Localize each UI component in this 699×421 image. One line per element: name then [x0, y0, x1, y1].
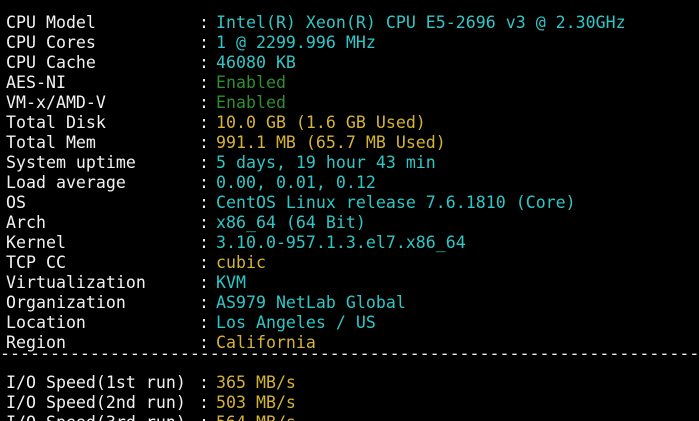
info-value: 1 @ 2299.996 MHz — [216, 33, 376, 52]
colon-separator: : — [199, 233, 209, 252]
info-value: 10.0 GB (1.6 GB Used) — [216, 113, 426, 132]
colon-separator: : — [199, 113, 209, 132]
info-value: 5 days, 19 hour 43 min — [216, 153, 436, 172]
info-label: OS — [6, 193, 26, 212]
colon-separator: : — [199, 293, 209, 312]
info-value: 991.1 MB (65.7 MB Used) — [216, 133, 446, 152]
info-label: Load average — [6, 173, 126, 192]
terminal-window[interactable]: CPU Model: Intel(R) Xeon(R) CPU E5-2696 v… — [0, 0, 699, 421]
info-label: AES-NI — [6, 73, 66, 92]
io-speed-row: I/O Speed(2nd run):503 MB/s — [6, 393, 296, 413]
colon-separator: : — [199, 373, 209, 392]
info-value: Intel(R) Xeon(R) CPU E5-2696 v3 @ 2.30GH… — [216, 13, 626, 32]
info-label: Total Disk — [6, 113, 106, 132]
info-row: Total Mem:991.1 MB (65.7 MB Used) — [6, 133, 446, 153]
colon-separator: : — [199, 213, 209, 232]
colon-separator: : — [199, 93, 209, 112]
colon-separator: : — [199, 73, 209, 92]
colon-separator: : — [199, 253, 209, 272]
io-speed-value: 503 MB/s — [216, 393, 296, 412]
colon-separator: : — [199, 413, 216, 421]
io-speed-value: 365 MB/s — [216, 373, 296, 392]
info-label: CPU Cores — [6, 33, 96, 52]
colon-separator: : — [199, 153, 209, 172]
info-label: System uptime — [6, 153, 136, 172]
info-label: Arch — [6, 213, 46, 232]
info-value: Enabled — [216, 73, 286, 92]
io-speed-label: I/O Speed(1st run) — [6, 373, 186, 392]
info-label: CPU Cache — [6, 53, 96, 72]
info-value: 46080 KB — [216, 53, 296, 72]
info-row: Total Disk:10.0 GB (1.6 GB Used) — [6, 113, 426, 133]
colon-separator: : — [199, 193, 209, 212]
info-row: OS: CentOS Linux release 7.6.1810 (Core) — [6, 193, 576, 213]
info-row: AES-NI: Enabled — [6, 73, 286, 93]
info-label: CPU Model — [6, 13, 96, 32]
io-speed-row: I/O Speed(3rd run):564 MB/s — [6, 413, 296, 421]
info-row: Location: Los Angeles / US — [6, 313, 376, 333]
info-label: TCP CC — [6, 253, 66, 272]
info-row: Load average:0.00, 0.01, 0.12 — [6, 173, 376, 193]
colon-separator: : — [199, 13, 209, 32]
info-row: CPU Cores:1 @ 2299.996 MHz — [6, 33, 376, 53]
info-row: Kernel:3.10.0-957.1.3.el7.x86_64 — [6, 233, 466, 253]
info-label: Virtualization — [6, 273, 146, 292]
info-label: Organization — [6, 293, 126, 312]
colon-separator: : — [199, 33, 209, 52]
info-row: VM-x/AMD-V: Enabled — [6, 93, 286, 113]
info-value: Los Angeles / US — [216, 313, 376, 332]
io-speed-label: I/O Speed(3rd run) — [6, 413, 199, 421]
info-row: CPU Cache:46080 KB — [6, 53, 296, 73]
info-row: TCP CC: cubic — [6, 253, 266, 273]
info-value: CentOS Linux release 7.6.1810 (Core) — [216, 193, 576, 212]
info-value: 0.00, 0.01, 0.12 — [216, 173, 376, 192]
io-speed-row: I/O Speed(1st run):365 MB/s — [6, 373, 296, 393]
info-value: cubic — [216, 253, 266, 272]
info-value: x86_64 (64 Bit) — [216, 213, 366, 232]
info-label: VM-x/AMD-V — [6, 93, 106, 112]
colon-separator: : — [199, 273, 209, 292]
io-speed-label: I/O Speed(2nd run) — [6, 393, 186, 412]
info-row: Virtualization: KVM — [6, 273, 246, 293]
info-value: 3.10.0-957.1.3.el7.x86_64 — [216, 233, 466, 252]
info-label: Total Mem — [6, 133, 96, 152]
info-row: System uptime:5 days, 19 hour 43 min — [6, 153, 436, 173]
info-label: Kernel — [6, 233, 66, 252]
info-value: AS979 NetLab Global — [216, 293, 406, 312]
colon-separator: : — [199, 393, 209, 412]
colon-separator: : — [199, 133, 209, 152]
info-row: CPU Model: Intel(R) Xeon(R) CPU E5-2696 v… — [6, 13, 626, 33]
info-label: Location — [6, 313, 86, 332]
info-row: Arch: x86_64 (64 Bit) — [6, 213, 366, 233]
colon-separator: : — [199, 173, 209, 192]
info-value: KVM — [216, 273, 246, 292]
colon-separator: : — [199, 53, 209, 72]
info-row: Organization: AS979 NetLab Global — [6, 293, 406, 313]
colon-separator: : — [199, 313, 209, 332]
dashed-separator: ----------------------------------------… — [0, 344, 699, 363]
io-speed-value: 564 MB/s — [216, 413, 296, 421]
info-value: Enabled — [216, 93, 286, 112]
